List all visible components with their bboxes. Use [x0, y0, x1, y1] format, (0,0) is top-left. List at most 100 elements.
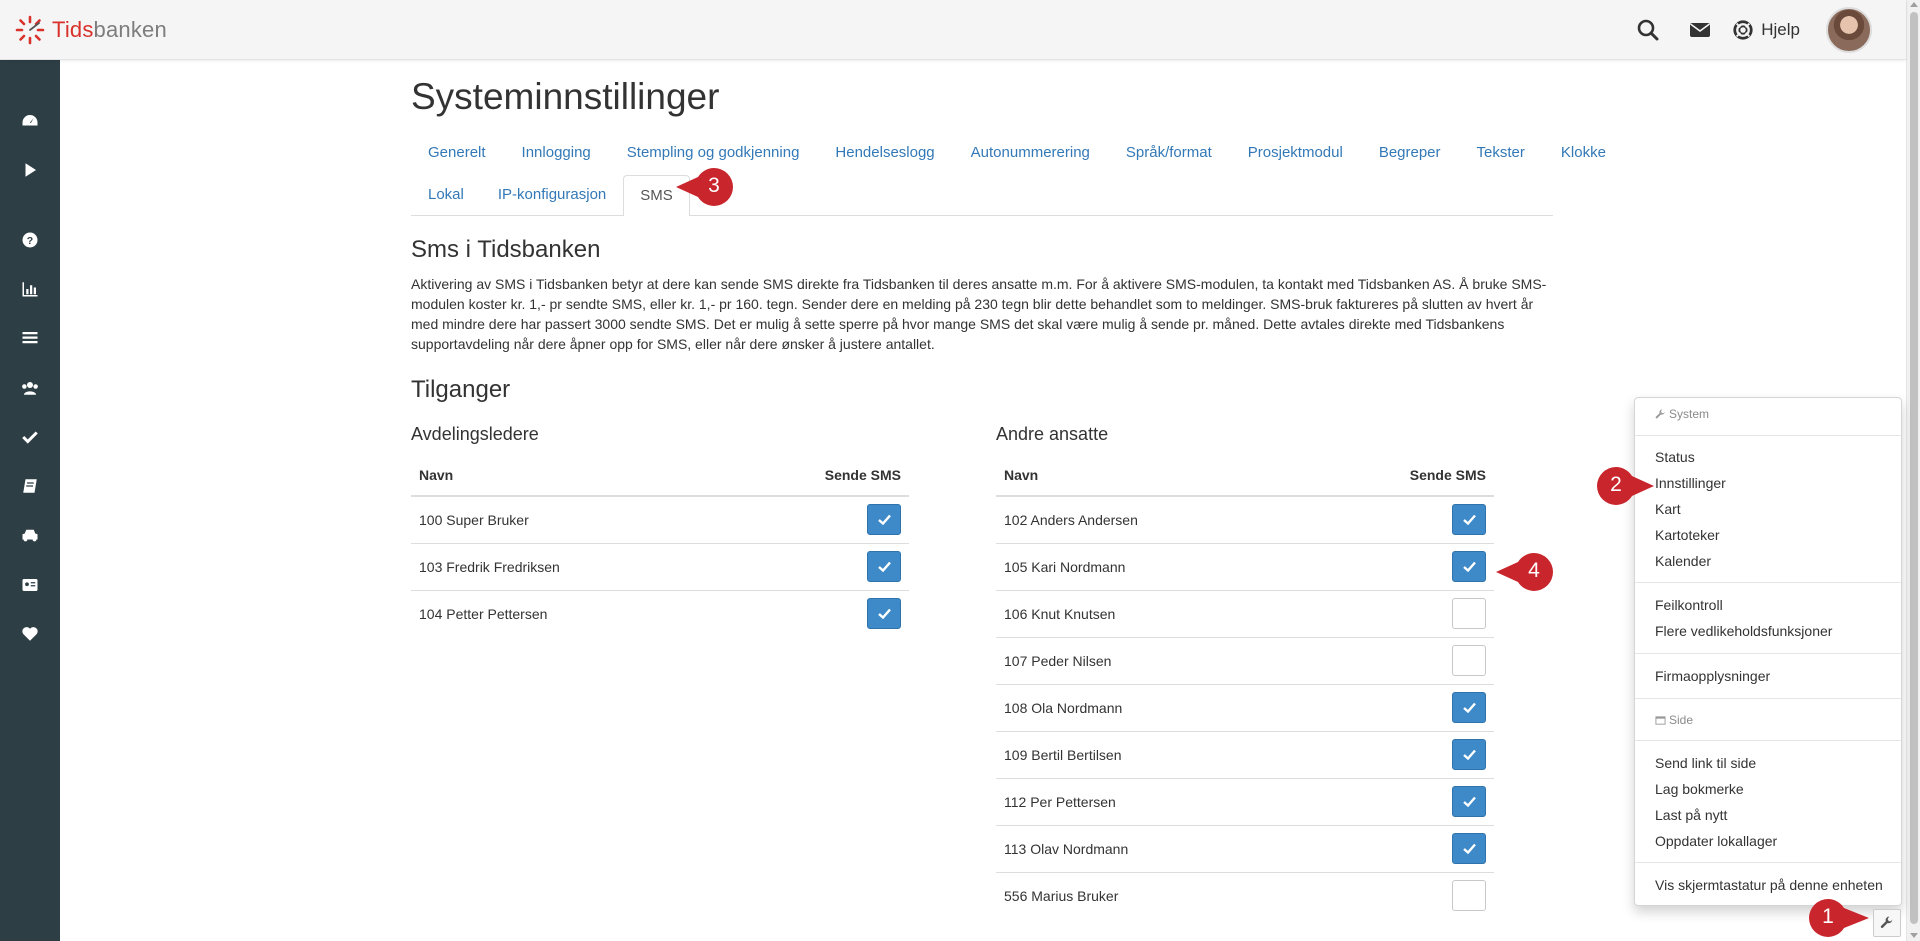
- table-row: 102 Anders Andersen: [996, 496, 1494, 543]
- checkmark-icon: [1463, 749, 1476, 760]
- car-icon[interactable]: [18, 523, 42, 547]
- checkmark-icon: [1463, 796, 1476, 807]
- id-card-icon[interactable]: [18, 573, 42, 597]
- bar-chart-icon[interactable]: [18, 277, 42, 301]
- clock-logo-icon: [15, 15, 45, 45]
- table-row: 105 Kari Nordmann: [996, 542, 1494, 590]
- checkmark-icon: [878, 608, 891, 620]
- lifebuoy-icon: [1733, 20, 1753, 40]
- vertical-scrollbar[interactable]: [1906, 0, 1920, 941]
- question-icon[interactable]: ?: [18, 228, 42, 252]
- menu-item-vedlikehold[interactable]: Flere vedlikeholdsfunksjoner: [1655, 623, 1832, 639]
- tab-generelt[interactable]: Generelt: [411, 132, 503, 173]
- svg-text:?: ?: [27, 235, 33, 247]
- employee-name: 106 Knut Knutsen: [996, 589, 1305, 637]
- others-table: Navn Sende SMS 102 Anders Andersen 105 Ka…: [996, 458, 1494, 919]
- tab-prosjektmodul[interactable]: Prosjektmodul: [1231, 132, 1360, 173]
- help-label: Hjelp: [1761, 20, 1800, 39]
- callout-marker-1: 1: [1807, 897, 1873, 939]
- tab-sprak-format[interactable]: Språk/format: [1109, 132, 1229, 173]
- logo-text: Tidsbanken: [52, 17, 167, 42]
- tab-hendelseslogg[interactable]: Hendelseslogg: [818, 132, 951, 173]
- checkmark-icon: [1463, 702, 1476, 713]
- play-icon[interactable]: [18, 158, 42, 182]
- table-row: 107 Peder Nilsen: [996, 636, 1494, 684]
- menu-item-firmaopplysninger[interactable]: Firmaopplysninger: [1655, 668, 1770, 684]
- send-sms-checkbox[interactable]: [1452, 739, 1486, 770]
- sms-description: Aktivering av SMS i Tidsbanken betyr at …: [411, 276, 1547, 352]
- tab-begreper[interactable]: Begreper: [1362, 132, 1458, 173]
- tab-lokal[interactable]: Lokal: [411, 174, 481, 215]
- main-content: Systeminnstillinger Generelt Innlogging …: [411, 60, 1606, 919]
- menu-item-kart[interactable]: Kart: [1655, 501, 1681, 517]
- employee-name: 105 Kari Nordmann: [996, 542, 1305, 590]
- checkmark-icon: [878, 561, 891, 572]
- scroll-up-arrow[interactable]: [1910, 2, 1918, 7]
- scroll-down-arrow[interactable]: [1910, 933, 1918, 938]
- send-sms-checkbox[interactable]: [1452, 786, 1486, 817]
- checkmark-icon: [1463, 843, 1476, 854]
- send-sms-checkbox[interactable]: [1452, 645, 1486, 676]
- tidsbanken-logo[interactable]: Tidsbanken: [14, 14, 167, 46]
- dashboard-icon[interactable]: [18, 109, 42, 133]
- menu-item-skjermtastatur[interactable]: Vis skjermtastatur på denne enheten: [1655, 877, 1883, 893]
- tab-innlogging[interactable]: Innlogging: [505, 132, 608, 173]
- menu-item-feilkontroll[interactable]: Feilkontroll: [1655, 597, 1723, 613]
- wrench-icon: [1880, 916, 1893, 929]
- scrollbar-thumb[interactable]: [1910, 12, 1918, 924]
- send-sms-checkbox[interactable]: [1452, 504, 1486, 536]
- managers-table: Navn Sende SMS 100 Super Bruker 103 Fredr…: [411, 458, 909, 637]
- window-icon: [1655, 715, 1666, 725]
- menu-item-status[interactable]: Status: [1655, 449, 1695, 465]
- menu-item-kalender[interactable]: Kalender: [1655, 553, 1711, 569]
- list-icon[interactable]: [18, 326, 42, 350]
- send-sms-checkbox[interactable]: [1452, 880, 1486, 912]
- employee-name: 102 Anders Andersen: [1004, 511, 1138, 528]
- send-sms-checkbox[interactable]: [867, 598, 901, 630]
- tab-autonummerering[interactable]: Autonummerering: [954, 132, 1107, 173]
- tab-tekster[interactable]: Tekster: [1460, 132, 1542, 173]
- employee-name: 108 Ola Nordmann: [996, 683, 1305, 731]
- system-header: System: [1655, 407, 1709, 421]
- callout-marker-4: 4: [1494, 551, 1560, 593]
- book-icon[interactable]: [18, 474, 42, 498]
- table-row: 108 Ola Nordmann: [996, 683, 1494, 731]
- sidebar: ?: [0, 60, 60, 941]
- table-row: 104 Petter Pettersen: [411, 589, 909, 637]
- checkmark-icon: [1463, 514, 1476, 526]
- check-icon[interactable]: [18, 425, 42, 449]
- menu-item-bokmerke[interactable]: Lag bokmerke: [1655, 781, 1744, 797]
- employee-name: 104 Petter Pettersen: [411, 589, 725, 637]
- table-row: 103 Fredrik Fredriksen: [411, 542, 909, 590]
- employee-name: 107 Peder Nilsen: [996, 636, 1305, 684]
- checkmark-icon: [1463, 561, 1476, 572]
- user-avatar[interactable]: [1826, 7, 1872, 53]
- col-header-send-sms: Sende SMS: [724, 458, 909, 497]
- envelope-icon[interactable]: [1688, 18, 1712, 42]
- send-sms-checkbox[interactable]: [1452, 692, 1486, 723]
- top-bar: Tidsbanken Hjelp: [0, 0, 1906, 60]
- menu-item-oppdater-lokallager[interactable]: Oppdater lokallager: [1655, 833, 1777, 849]
- help-link[interactable]: Hjelp: [1732, 19, 1800, 41]
- table-row: 556 Marius Bruker: [996, 871, 1494, 919]
- tools-button[interactable]: [1873, 909, 1901, 937]
- search-icon[interactable]: [1636, 18, 1660, 42]
- checkmark-icon: [878, 514, 891, 526]
- send-sms-checkbox[interactable]: [1452, 598, 1486, 629]
- send-sms-checkbox[interactable]: [867, 504, 901, 536]
- employee-name: 112 Per Pettersen: [996, 777, 1305, 825]
- managers-title: Avdelingsledere: [411, 424, 539, 444]
- send-sms-checkbox[interactable]: [867, 551, 901, 582]
- menu-item-send-link[interactable]: Send link til side: [1655, 755, 1756, 771]
- tab-klokke[interactable]: Klokke: [1544, 132, 1623, 173]
- menu-item-innstillinger[interactable]: Innstillinger: [1655, 475, 1726, 491]
- side-header: Side: [1655, 713, 1693, 727]
- table-row: 112 Per Pettersen: [996, 777, 1494, 825]
- send-sms-checkbox[interactable]: [1452, 833, 1486, 864]
- menu-item-last-pa-nytt[interactable]: Last på nytt: [1655, 807, 1727, 823]
- users-icon[interactable]: [18, 376, 42, 400]
- menu-item-kartoteker[interactable]: Kartoteker: [1655, 527, 1720, 543]
- tab-ip-konfigurasjon[interactable]: IP-konfigurasjon: [481, 174, 623, 215]
- send-sms-checkbox[interactable]: [1452, 551, 1486, 582]
- heart-icon[interactable]: [18, 622, 42, 646]
